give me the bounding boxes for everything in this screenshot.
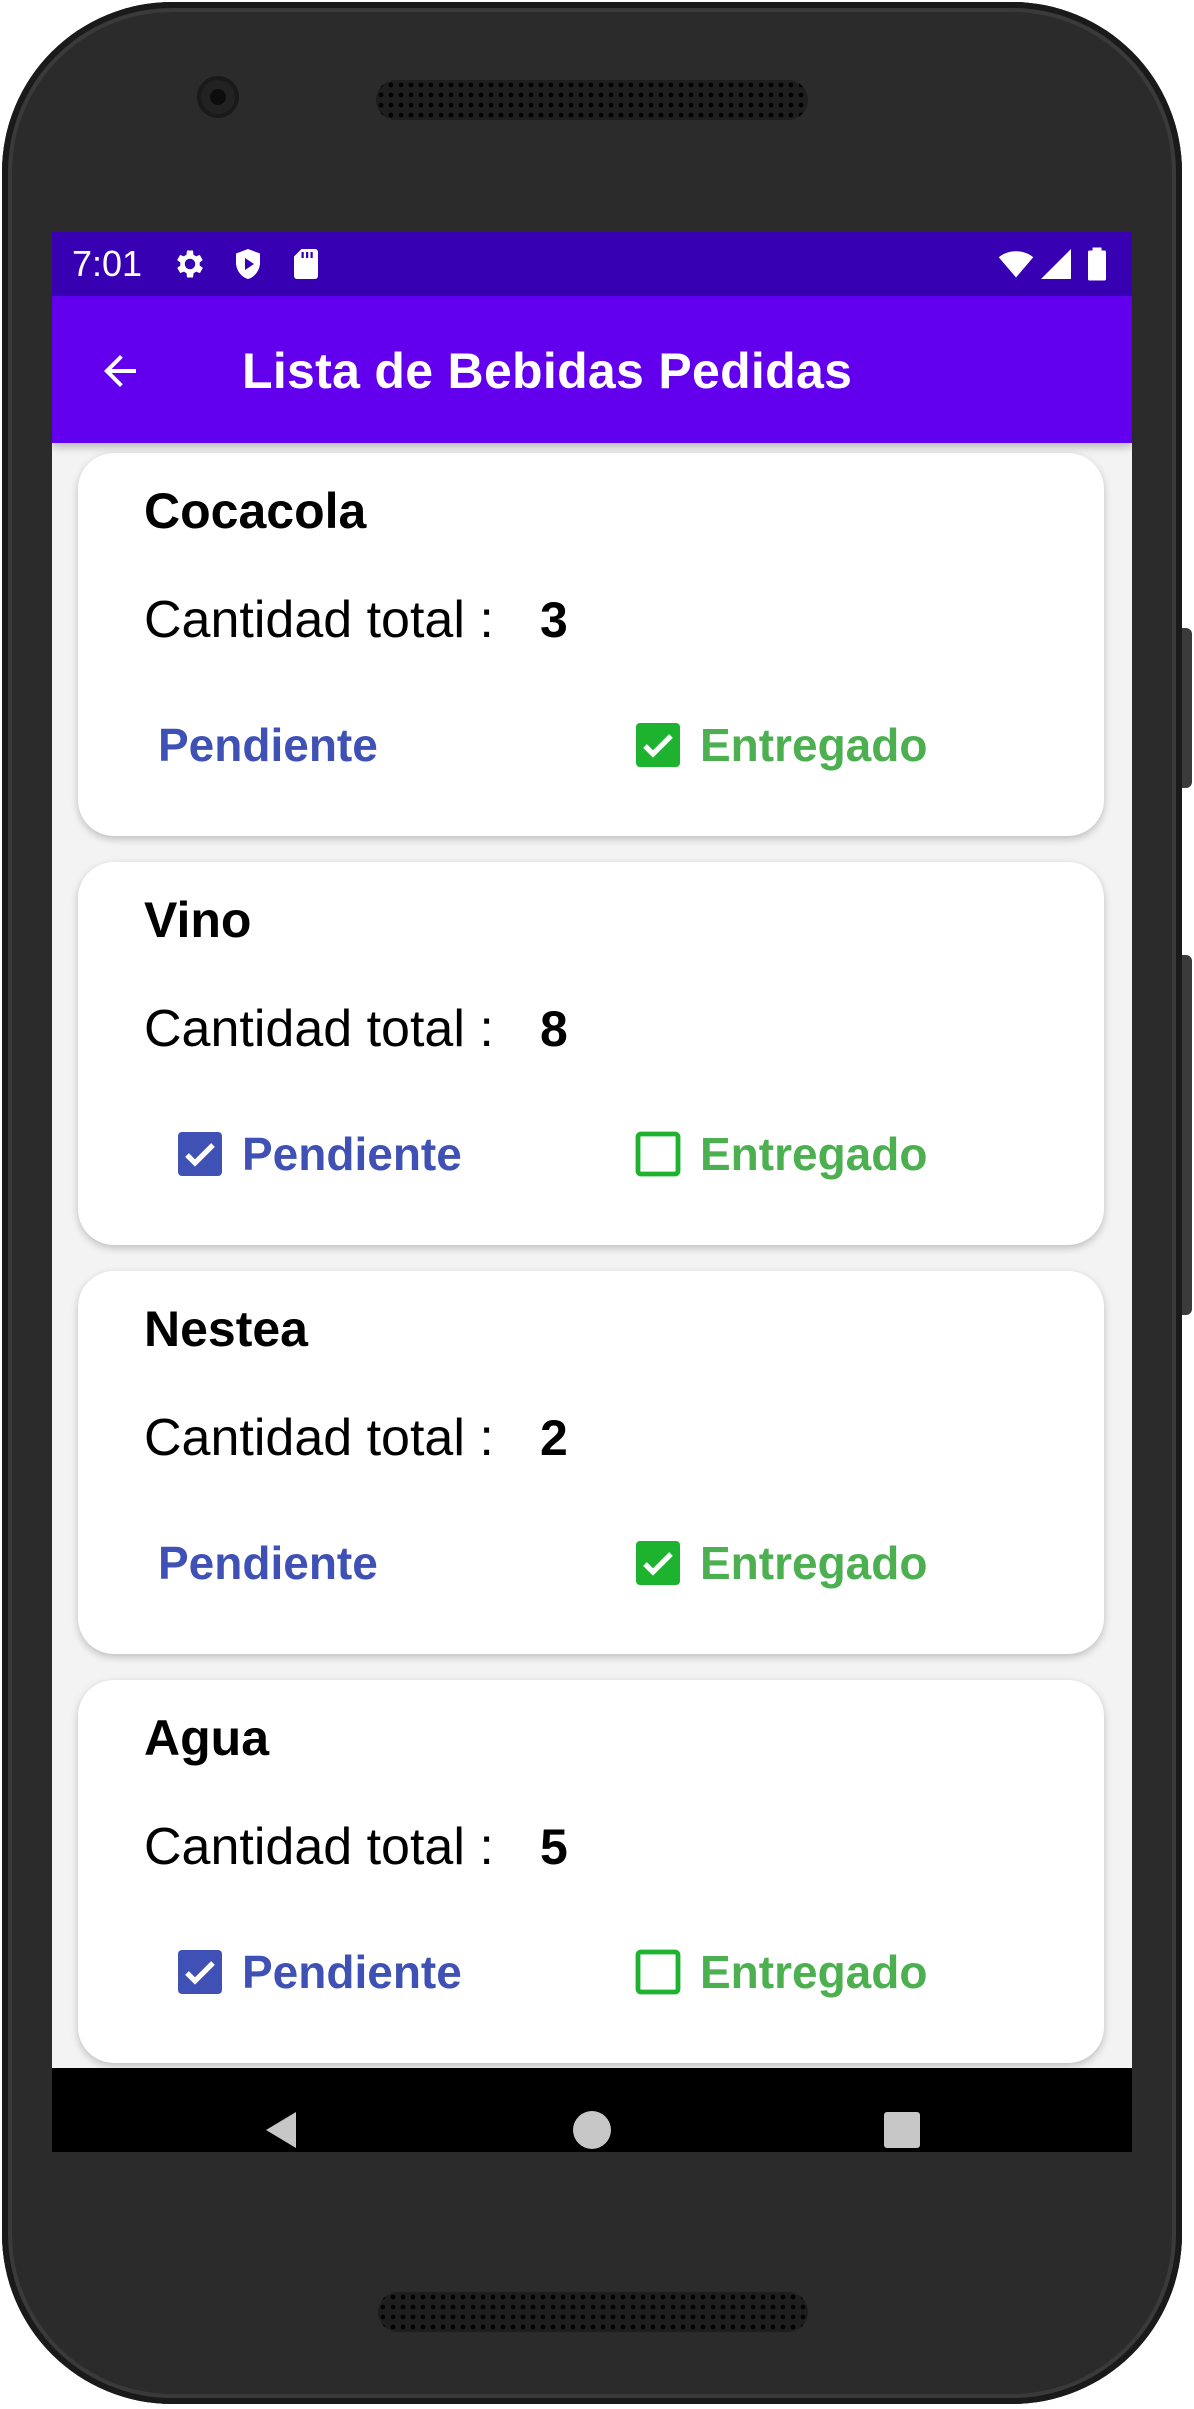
entregado-checkbox[interactable]: Entregado (634, 1942, 927, 2002)
pendiente-label: Pendiente (158, 1537, 378, 1589)
power-button (1182, 628, 1192, 788)
pendiente-checkbox[interactable]: Pendiente (176, 1124, 462, 1184)
entregado-label: Entregado (700, 1946, 928, 1998)
status-bar: 7:01 (52, 232, 1132, 296)
entregado-checkbox[interactable]: Entregado (634, 1124, 927, 1184)
system-nav-bar (52, 2068, 1132, 2152)
gear-icon (177, 250, 203, 278)
drink-name: Agua (144, 1710, 269, 1766)
pendiente-checkbox[interactable]: Pendiente (176, 1942, 462, 2002)
entregado-checkbox[interactable]: Entregado (634, 1533, 927, 1593)
recents-square-icon[interactable] (878, 2106, 926, 2152)
page-title: Lista de Bebidas Pedidas (242, 343, 853, 399)
drink-name: Nestea (144, 1301, 308, 1357)
quantity-value: 5 (540, 1819, 568, 1875)
quantity-value: 3 (540, 592, 568, 648)
shield-play-icon (236, 249, 260, 279)
screen: 7:01 Lista de Bebidas Pedidas Cocacola C… (52, 232, 1132, 2152)
battery-icon (1088, 247, 1106, 281)
entregado-label: Entregado (700, 1128, 928, 1180)
order-list[interactable]: Cocacola Cantidad total : 3 Pendiente En… (52, 443, 1132, 2068)
checkbox-checked-icon (636, 1541, 680, 1585)
checkbox-checked-icon (178, 1132, 222, 1176)
entregado-label: Entregado (700, 1537, 928, 1589)
pendiente-label: Pendiente (158, 719, 378, 771)
quantity-label: Cantidad total : (144, 591, 494, 649)
pendiente-checkbox[interactable]: Pendiente (158, 1533, 378, 1593)
checkbox-checked-icon (178, 1950, 222, 1994)
bottom-speaker (378, 2292, 808, 2332)
drink-name: Cocacola (144, 483, 367, 539)
home-circle-icon[interactable] (568, 2106, 616, 2152)
checkbox-checked-icon (636, 723, 680, 767)
back-triangle-icon[interactable] (258, 2106, 306, 2152)
checkbox-unchecked-icon (635, 1131, 681, 1177)
app-bar: Lista de Bebidas Pedidas (52, 296, 1132, 443)
quantity-label: Cantidad total : (144, 1818, 494, 1876)
order-card-vino: Vino Cantidad total : 8 Pendiente Entreg… (78, 862, 1104, 1245)
quantity-value: 8 (540, 1001, 568, 1057)
sd-card-icon (294, 249, 318, 279)
order-card-nestea: Nestea Cantidad total : 2 Pendiente Entr… (78, 1271, 1104, 1654)
arrow-left-icon[interactable] (96, 347, 144, 395)
quantity-label: Cantidad total : (144, 1409, 494, 1467)
front-camera (197, 76, 239, 118)
quantity-label: Cantidad total : (144, 1000, 494, 1058)
signal-icon (1041, 249, 1071, 279)
quantity-value: 2 (540, 1410, 568, 1466)
pendiente-checkbox[interactable]: Pendiente (158, 715, 378, 775)
entregado-label: Entregado (700, 719, 928, 771)
entregado-checkbox[interactable]: Entregado (634, 715, 927, 775)
status-time: 7:01 (72, 243, 143, 284)
order-card-agua: Agua Cantidad total : 5 Pendiente Entreg… (78, 1680, 1104, 2063)
drink-name: Vino (144, 892, 252, 948)
device-frame: 7:01 Lista de Bebidas Pedidas Cocacola C… (0, 0, 1194, 2409)
top-speaker (376, 80, 808, 120)
pendiente-label: Pendiente (242, 1128, 462, 1180)
checkbox-unchecked-icon (635, 1949, 681, 1995)
wifi-icon (998, 251, 1034, 278)
volume-button (1182, 955, 1192, 1315)
pendiente-label: Pendiente (242, 1946, 462, 1998)
order-card-cocacola: Cocacola Cantidad total : 3 Pendiente En… (78, 453, 1104, 836)
